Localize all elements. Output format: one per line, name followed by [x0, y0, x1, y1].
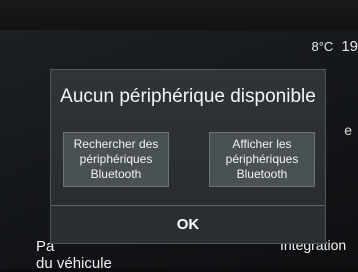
- clock: 19: [341, 38, 358, 55]
- screen-bezel: [0, 0, 358, 30]
- no-device-dialog: Aucun périphérique disponible Rechercher…: [50, 69, 326, 244]
- search-bluetooth-devices-button[interactable]: Rechercher des périphériques Bluetooth: [63, 132, 169, 187]
- background-menu-item-partial: e: [344, 122, 352, 138]
- outside-temperature: 8°C: [311, 39, 334, 54]
- vehicle-label-line2: du véhicule: [36, 255, 112, 272]
- ok-button[interactable]: OK: [51, 205, 325, 243]
- dialog-title: Aucun périphérique disponible: [60, 86, 316, 107]
- status-bar: 8°C 19: [311, 38, 358, 55]
- show-bluetooth-devices-button[interactable]: Afficher les périphériques Bluetooth: [209, 132, 315, 187]
